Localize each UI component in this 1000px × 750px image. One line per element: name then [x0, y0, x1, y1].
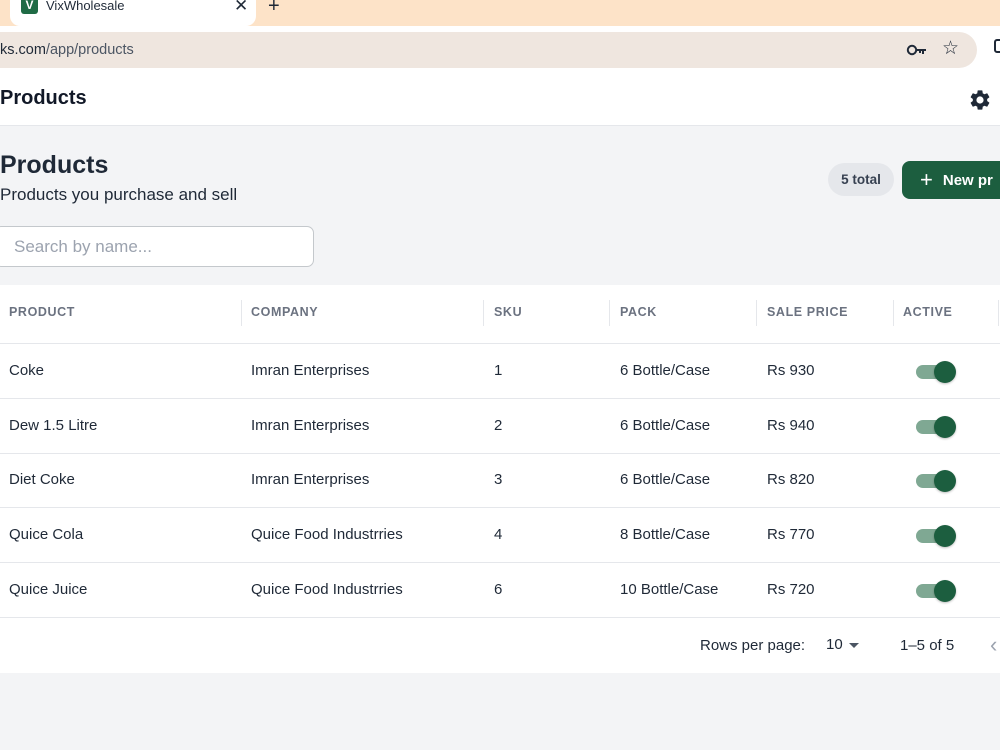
table-pagination: Rows per page: 10 1–5 of 5 ‹	[0, 620, 1000, 670]
toggle-thumb	[934, 416, 956, 438]
cell-sku: 4	[494, 526, 503, 543]
cell-pack: 6 Bottle/Case	[620, 362, 711, 379]
chevron-down-icon[interactable]	[849, 643, 859, 648]
search-input[interactable]	[0, 226, 314, 267]
column-divider[interactable]	[483, 300, 484, 326]
toggle-thumb	[934, 361, 956, 383]
url-text[interactable]: ks.com/app/products	[0, 42, 134, 58]
new-product-label: New pr	[942, 172, 993, 189]
column-divider[interactable]	[609, 300, 610, 326]
extension-icon[interactable]	[994, 39, 1000, 53]
app-header: Products	[0, 74, 1000, 126]
column-header-product[interactable]: PRODUCT	[9, 305, 75, 319]
active-toggle[interactable]	[916, 580, 956, 602]
app-favicon-icon: V	[21, 0, 38, 14]
rows-per-page-select[interactable]: 10	[826, 636, 843, 653]
active-toggle[interactable]	[916, 361, 956, 383]
toggle-thumb	[934, 470, 956, 492]
table-header: PRODUCT COMPANY SKU PACK SALE PRICE ACTI…	[0, 285, 1000, 344]
address-bar-row: ks.com/app/products ☆	[0, 26, 1000, 74]
cell-pack: 8 Bottle/Case	[620, 526, 711, 543]
cell-sale-price: Rs 820	[767, 471, 815, 488]
cell-company: Imran Enterprises	[251, 417, 370, 434]
cell-company: Quice Food Industrries	[251, 581, 403, 598]
header-title: Products	[0, 87, 87, 109]
cell-pack: 10 Bottle/Case	[620, 581, 719, 598]
gear-icon[interactable]	[968, 88, 992, 112]
cell-product: Diet Coke	[9, 471, 75, 488]
cell-company: Imran Enterprises	[251, 362, 370, 379]
active-toggle[interactable]	[916, 416, 956, 438]
close-tab-icon[interactable]: ✕	[234, 0, 248, 16]
column-header-active[interactable]: ACTIVE	[903, 305, 952, 319]
rows-per-page-label: Rows per page:	[700, 637, 806, 654]
cell-product: Dew 1.5 Litre	[9, 417, 98, 434]
cell-sku: 3	[494, 471, 503, 488]
column-header-company[interactable]: COMPANY	[251, 305, 318, 319]
cell-company: Imran Enterprises	[251, 471, 370, 488]
table-row[interactable]: Dew 1.5 Litre Imran Enterprises 2 6 Bott…	[0, 399, 1000, 454]
toggle-thumb	[934, 525, 956, 547]
cell-product: Quice Juice	[9, 581, 88, 598]
browser-tab[interactable]: V VixWholesale ✕	[10, 0, 256, 26]
cell-pack: 6 Bottle/Case	[620, 471, 711, 488]
cell-product: Coke	[9, 362, 45, 379]
table-row[interactable]: Quice Juice Quice Food Industrries 6 10 …	[0, 563, 1000, 618]
url-host: ks.com	[0, 42, 46, 58]
cell-sku: 6	[494, 581, 503, 598]
star-icon[interactable]: ☆	[942, 39, 959, 59]
column-divider[interactable]	[756, 300, 757, 326]
new-product-button[interactable]: + New pr	[902, 161, 1000, 199]
column-header-pack[interactable]: PACK	[620, 305, 657, 319]
column-divider[interactable]	[998, 300, 999, 326]
table-row[interactable]: Quice Cola Quice Food Industrries 4 8 Bo…	[0, 508, 1000, 563]
chevron-left-icon[interactable]: ‹	[990, 632, 997, 658]
column-divider[interactable]	[893, 300, 894, 326]
cell-pack: 6 Bottle/Case	[620, 417, 711, 434]
table-row[interactable]: Diet Coke Imran Enterprises 3 6 Bottle/C…	[0, 453, 1000, 508]
total-count-badge: 5 total	[828, 163, 894, 196]
new-tab-icon[interactable]: +	[268, 0, 280, 17]
tab-title: VixWholesale	[46, 0, 125, 13]
cell-sku: 2	[494, 417, 503, 434]
cell-company: Quice Food Industrries	[251, 526, 403, 543]
toggle-thumb	[934, 580, 956, 602]
active-toggle[interactable]	[916, 525, 956, 547]
minimize-icon[interactable]: –	[990, 0, 999, 8]
address-bar[interactable]: ks.com/app/products ☆	[0, 32, 977, 68]
table-row[interactable]: Coke Imran Enterprises 1 6 Bottle/Case R…	[0, 344, 1000, 399]
key-icon[interactable]	[906, 42, 928, 58]
cell-sale-price: Rs 720	[767, 581, 815, 598]
browser-tab-strip: V VixWholesale ✕ + –	[0, 0, 1000, 26]
active-toggle[interactable]	[916, 470, 956, 492]
page-title: Products	[0, 151, 109, 179]
cell-sale-price: Rs 930	[767, 362, 815, 379]
plus-icon: +	[920, 167, 933, 192]
url-path: /app/products	[45, 42, 134, 58]
column-header-sale-price[interactable]: SALE PRICE	[767, 305, 848, 319]
column-divider[interactable]	[241, 300, 242, 326]
cell-sale-price: Rs 940	[767, 417, 815, 434]
cell-sku: 1	[494, 362, 503, 379]
page-subtitle: Products you purchase and sell	[0, 185, 238, 204]
products-table: PRODUCT COMPANY SKU PACK SALE PRICE ACTI…	[0, 285, 1000, 673]
cell-sale-price: Rs 770	[767, 526, 815, 543]
column-header-sku[interactable]: SKU	[494, 305, 522, 319]
pagination-range: 1–5 of 5	[900, 637, 955, 654]
cell-product: Quice Cola	[9, 526, 84, 543]
